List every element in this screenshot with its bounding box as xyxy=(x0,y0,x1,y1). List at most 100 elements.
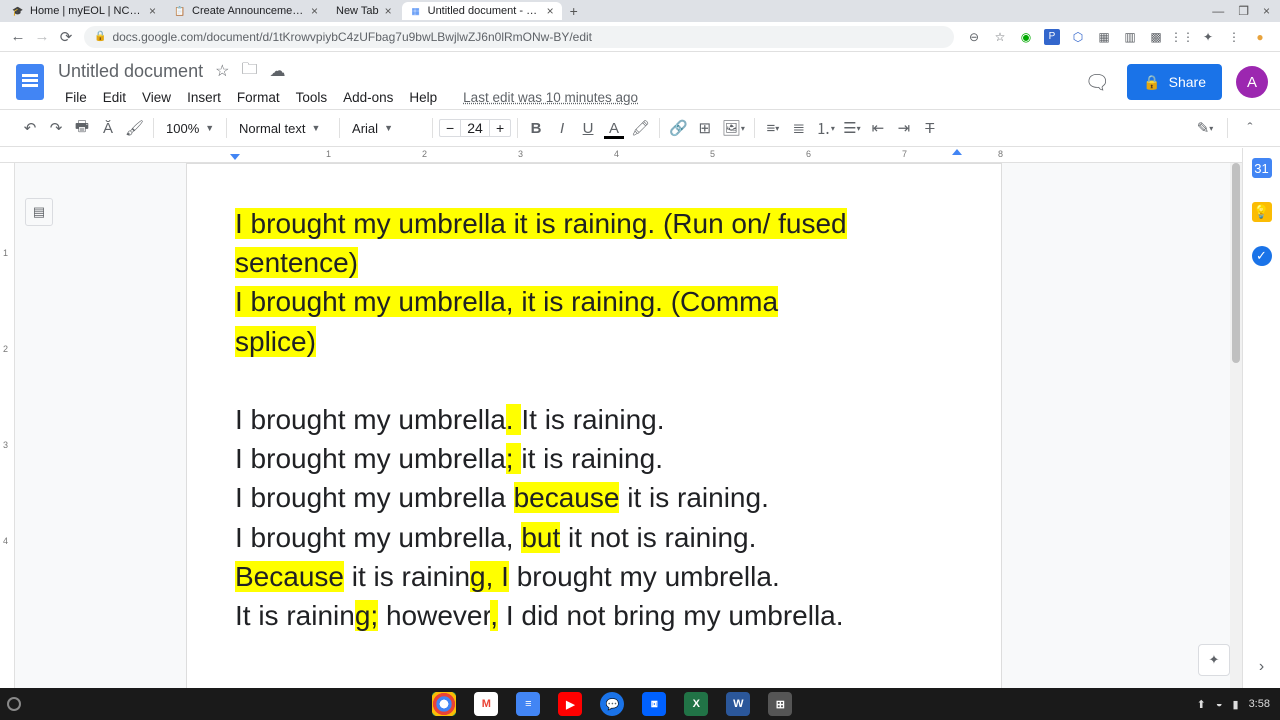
bold-button[interactable]: B xyxy=(524,116,548,140)
text-run: Because xyxy=(235,561,344,592)
scroll-thumb[interactable] xyxy=(1232,163,1240,363)
maximize-icon[interactable]: ❐ xyxy=(1238,4,1249,18)
horizontal-ruler[interactable]: 1 2 3 4 5 6 7 8 xyxy=(0,148,1242,163)
italic-button[interactable]: I xyxy=(550,116,574,140)
close-icon[interactable]: × xyxy=(311,4,318,18)
move-icon[interactable]: 🗀 xyxy=(241,58,257,85)
close-icon[interactable]: × xyxy=(547,4,554,18)
insert-comment-button[interactable]: ⊞ xyxy=(693,116,717,140)
extension-icon[interactable]: ▦ xyxy=(1096,29,1112,45)
address-bar[interactable]: 🔒docs.google.com/document/d/1tKrowvpiybC… xyxy=(84,26,954,48)
redo-button[interactable]: ↷ xyxy=(44,116,68,140)
menu-format[interactable]: Format xyxy=(230,86,287,109)
menu-addons[interactable]: Add-ons xyxy=(336,86,400,109)
cloud-status-icon[interactable]: ☁ xyxy=(269,61,285,81)
browser-tab[interactable]: New Tab× xyxy=(328,2,400,20)
decrease-font-button[interactable]: − xyxy=(440,120,460,136)
youtube-icon[interactable]: ▶ xyxy=(558,692,582,716)
menu-file[interactable]: File xyxy=(58,86,94,109)
excel-icon[interactable]: X xyxy=(684,692,708,716)
document-outline-button[interactable]: ▤ xyxy=(25,198,53,226)
indent-marker-icon[interactable] xyxy=(230,154,240,160)
chrome-icon[interactable] xyxy=(432,692,456,716)
insert-link-button[interactable]: 🔗 xyxy=(666,116,691,140)
dropbox-icon[interactable]: ⧈ xyxy=(642,692,666,716)
new-tab-button[interactable]: + xyxy=(570,3,578,19)
docs-icon[interactable]: ≡ xyxy=(516,692,540,716)
print-button[interactable]: 🖶 xyxy=(70,116,94,140)
line-spacing-button[interactable]: ≣ xyxy=(787,116,811,140)
close-window-icon[interactable]: × xyxy=(1263,4,1270,18)
underline-button[interactable]: U xyxy=(576,116,600,140)
tasks-icon[interactable]: ✓ xyxy=(1252,246,1272,266)
status-tray[interactable]: ⬆ ◒ ▮ 3:58 xyxy=(1197,698,1280,711)
document-body[interactable]: I brought my umbrella it is raining. (Ru… xyxy=(235,204,953,635)
font-select[interactable]: Arial▼ xyxy=(346,121,426,136)
editing-mode-button[interactable]: ✎▾ xyxy=(1193,116,1217,140)
close-icon[interactable]: × xyxy=(385,4,392,18)
menu-insert[interactable]: Insert xyxy=(180,86,228,109)
extension-icon[interactable]: ▩ xyxy=(1148,29,1164,45)
puzzle-icon[interactable]: ✦ xyxy=(1200,29,1216,45)
collapse-toolbar-button[interactable]: ˆ xyxy=(1238,116,1262,140)
browser-tab[interactable]: 🎓Home | myEOL | NC Central Uni× xyxy=(4,2,164,20)
document-title[interactable]: Untitled document xyxy=(58,61,203,82)
docs-logo[interactable] xyxy=(12,58,48,106)
extension-icon[interactable]: ▥ xyxy=(1122,29,1138,45)
extension-icon[interactable]: P xyxy=(1044,29,1060,45)
menu-edit[interactable]: Edit xyxy=(96,86,133,109)
profile-icon[interactable]: ● xyxy=(1252,29,1268,45)
increase-indent-button[interactable]: ⇥ xyxy=(892,116,916,140)
spellcheck-button[interactable]: Ă xyxy=(96,116,120,140)
messages-icon[interactable]: 💬 xyxy=(600,692,624,716)
menu-tools[interactable]: Tools xyxy=(289,86,335,109)
star-icon[interactable]: ☆ xyxy=(992,29,1008,45)
account-avatar[interactable]: A xyxy=(1236,66,1268,98)
minimize-icon[interactable]: — xyxy=(1212,4,1224,18)
text-color-button[interactable]: A xyxy=(602,116,626,140)
open-comments-button[interactable]: 🗨 xyxy=(1081,66,1113,98)
forward-button[interactable]: → xyxy=(30,28,54,45)
increase-font-button[interactable]: + xyxy=(490,120,510,136)
explore-button[interactable]: ✦ xyxy=(1198,644,1230,676)
reload-button[interactable]: ⟳ xyxy=(54,28,78,46)
decrease-indent-button[interactable]: ⇤ xyxy=(866,116,890,140)
share-button[interactable]: 🔒Share xyxy=(1127,64,1222,100)
insert-image-button[interactable]: 🖼▾ xyxy=(719,116,748,140)
hide-panel-button[interactable]: › xyxy=(1259,658,1264,676)
keep-icon[interactable]: 💡 xyxy=(1252,202,1272,222)
clear-formatting-button[interactable]: T xyxy=(918,116,942,140)
right-indent-marker-icon[interactable] xyxy=(952,149,962,155)
numbered-list-button[interactable]: ⒈▾ xyxy=(813,116,838,140)
paragraph-style-select[interactable]: Normal text▼ xyxy=(233,121,333,136)
word-icon[interactable]: W xyxy=(726,692,750,716)
vertical-ruler[interactable]: 1 2 3 4 xyxy=(0,163,15,688)
star-icon[interactable]: ☆ xyxy=(215,61,229,81)
back-button[interactable]: ← xyxy=(6,28,30,45)
chromeos-shelf: M ≡ ▶ 💬 ⧈ X W ⊞ ⬆ ◒ ▮ 3:58 xyxy=(0,688,1280,720)
align-button[interactable]: ≡▾ xyxy=(761,116,785,140)
browser-tab-active[interactable]: ▦Untitled document - Google Doc× xyxy=(402,2,562,20)
zoom-select[interactable]: 100%▼ xyxy=(160,121,220,136)
paint-format-button[interactable]: 🖌 xyxy=(122,116,147,140)
browser-tab[interactable]: 📋Create Announcement – 2020 F× xyxy=(166,2,326,20)
highlight-color-button[interactable]: 🖍 xyxy=(628,116,653,140)
calendar-icon[interactable]: 31 xyxy=(1252,158,1272,178)
app-icon[interactable]: ⊞ xyxy=(768,692,792,716)
extension-icon[interactable]: ⬡ xyxy=(1070,29,1086,45)
close-icon[interactable]: × xyxy=(149,4,156,18)
chrome-menu-icon[interactable]: ⋮ xyxy=(1226,29,1242,45)
gmail-icon[interactable]: M xyxy=(474,692,498,716)
extension-icon[interactable]: ◉ xyxy=(1018,29,1034,45)
bulleted-list-button[interactable]: ☰▾ xyxy=(840,116,864,140)
extension-icon[interactable]: ⋮⋮ xyxy=(1174,29,1190,45)
vertical-scrollbar[interactable] xyxy=(1230,163,1242,688)
document-page[interactable]: I brought my umbrella it is raining. (Ru… xyxy=(186,163,1002,688)
last-edit-link[interactable]: Last edit was 10 minutes ago xyxy=(456,86,645,109)
launcher-button[interactable] xyxy=(0,690,28,718)
menu-view[interactable]: View xyxy=(135,86,178,109)
zoom-icon[interactable]: ⊖ xyxy=(966,29,982,45)
undo-button[interactable]: ↶ xyxy=(18,116,42,140)
font-size-input[interactable]: 24 xyxy=(460,120,490,136)
menu-help[interactable]: Help xyxy=(402,86,444,109)
